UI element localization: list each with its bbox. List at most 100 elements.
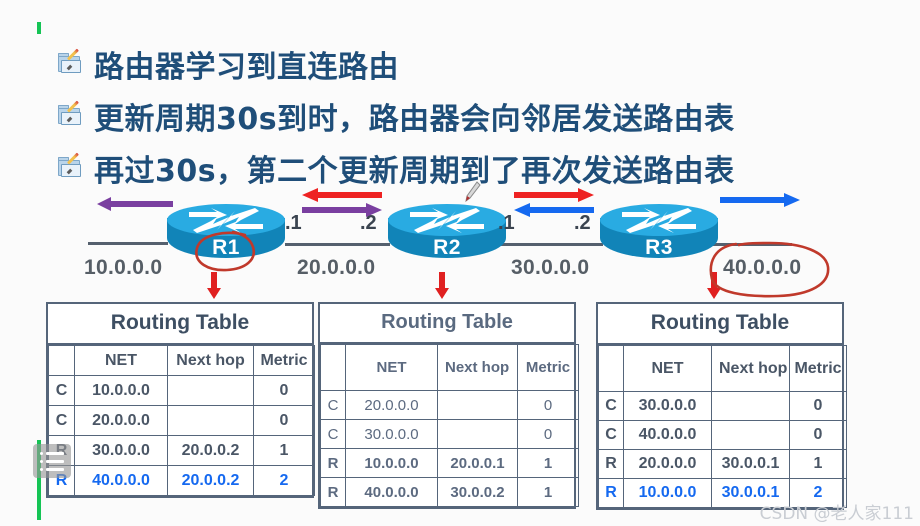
cell-net: 20.0.0.0 bbox=[623, 449, 712, 479]
col-header-net: NET bbox=[623, 345, 712, 392]
cell-net: 10.0.0.0 bbox=[623, 478, 712, 508]
list-menu-icon[interactable] bbox=[33, 444, 71, 478]
cell-metric: 0 bbox=[789, 420, 847, 450]
network-segment-20 bbox=[285, 243, 390, 246]
routing-table-title: Routing Table bbox=[598, 304, 842, 345]
router-r3: R3 bbox=[600, 202, 718, 264]
routing-table-grid: NET Next hop Metric C 20.0.0.0 0 C 30.0.… bbox=[320, 344, 579, 507]
folder-pencil-icon bbox=[58, 100, 84, 128]
cell-net: 10.0.0.0 bbox=[345, 448, 438, 478]
table-row: C 30.0.0.0 0 bbox=[320, 419, 579, 449]
table-header-row: NET Next hop Metric bbox=[48, 345, 315, 376]
cell-net: 10.0.0.0 bbox=[74, 375, 168, 406]
cell-flag: R bbox=[598, 449, 624, 479]
network-segment-30 bbox=[498, 243, 603, 246]
network-label-30: 30.0.0.0 bbox=[511, 256, 590, 279]
folder-pencil-icon bbox=[58, 152, 84, 180]
routing-table-r3: Routing Table NET Next hop Metric C 30.0… bbox=[596, 302, 847, 510]
routing-table-title: Routing Table bbox=[48, 304, 312, 345]
bullet-text-2: 更新周期30s到时，路由器会向邻居发送路由表 bbox=[94, 102, 735, 137]
cell-net: 40.0.0.0 bbox=[345, 477, 438, 507]
col-header-flag bbox=[48, 345, 75, 376]
bullet-line-3: 再过30s，第二个更新周期到了再次发送路由表 bbox=[58, 146, 735, 190]
col-header-metric: Metric bbox=[789, 345, 847, 392]
cell-net: 30.0.0.0 bbox=[345, 419, 438, 449]
network-label-20: 20.0.0.0 bbox=[297, 256, 376, 279]
red-down-arrow-icon bbox=[207, 272, 221, 299]
cell-nexthop bbox=[711, 391, 790, 421]
network-label-40: 40.0.0.0 bbox=[723, 256, 802, 279]
purple-right-arrow-icon bbox=[302, 203, 382, 217]
cell-metric: 1 bbox=[253, 435, 315, 466]
red-left-arrow-icon bbox=[302, 188, 382, 202]
cell-nexthop bbox=[711, 420, 790, 450]
router-label-r2: R2 bbox=[433, 236, 461, 259]
table-row: C 20.0.0.0 0 bbox=[320, 390, 579, 420]
folder-pencil-icon bbox=[58, 48, 84, 76]
cell-flag: R bbox=[320, 477, 346, 507]
cell-nexthop bbox=[437, 419, 518, 449]
red-down-arrow-icon bbox=[435, 272, 449, 299]
col-header-nexthop: Next hop bbox=[711, 345, 790, 392]
cell-net: 30.0.0.0 bbox=[623, 391, 712, 421]
red-down-arrow-icon bbox=[707, 272, 721, 299]
cell-flag: C bbox=[48, 405, 75, 436]
green-accent-top bbox=[37, 22, 41, 34]
router-arrows-icon bbox=[189, 208, 263, 233]
slide-canvas: 路由器学习到直连路由 更新周期30s到时，路由器会向邻居发送路由表 再过30s，… bbox=[0, 0, 920, 526]
cell-flag: C bbox=[598, 420, 624, 450]
routing-table-grid: NET Next hop Metric C 10.0.0.0 0 C 20.0.… bbox=[48, 345, 315, 496]
cell-nexthop bbox=[437, 390, 518, 420]
watermark: CSDN @老人家111 bbox=[759, 504, 914, 524]
cell-flag: C bbox=[48, 375, 75, 406]
cell-net: 20.0.0.0 bbox=[345, 390, 438, 420]
blue-right-arrow-icon bbox=[720, 193, 800, 207]
col-header-nexthop: Next hop bbox=[437, 344, 518, 391]
bullet-line-2: 更新周期30s到时，路由器会向邻居发送路由表 bbox=[58, 94, 735, 138]
bullet-text-1: 路由器学习到直连路由 bbox=[94, 50, 399, 85]
network-segment-10 bbox=[88, 242, 168, 245]
table-row: C 20.0.0.0 0 bbox=[48, 405, 315, 436]
cell-metric: 0 bbox=[253, 375, 315, 406]
cell-metric: 1 bbox=[517, 448, 579, 478]
bullet-text-3: 再过30s，第二个更新周期到了再次发送路由表 bbox=[94, 154, 735, 189]
table-row-highlighted: R 40.0.0.0 20.0.0.2 2 bbox=[48, 465, 315, 496]
router-arrows-icon bbox=[410, 208, 484, 233]
cell-flag: C bbox=[320, 390, 346, 420]
col-header-metric: Metric bbox=[253, 345, 315, 376]
cell-nexthop bbox=[167, 375, 254, 406]
routing-table-r1: Routing Table NET Next hop Metric C 10.0… bbox=[46, 302, 315, 498]
routing-table-title: Routing Table bbox=[320, 304, 574, 344]
cell-metric: 2 bbox=[253, 465, 315, 496]
col-header-metric: Metric bbox=[517, 344, 579, 391]
col-header-flag bbox=[320, 344, 346, 391]
cell-metric: 0 bbox=[517, 419, 579, 449]
red-right-arrow-icon bbox=[514, 188, 594, 202]
cell-nexthop bbox=[167, 405, 254, 436]
table-header-row: NET Next hop Metric bbox=[320, 344, 579, 391]
cell-metric: 0 bbox=[253, 405, 315, 436]
router-r1: R1 bbox=[167, 202, 285, 264]
cell-nexthop: 30.0.0.2 bbox=[437, 477, 518, 507]
network-segment-40 bbox=[712, 243, 792, 246]
table-row: R 10.0.0.0 20.0.0.1 1 bbox=[320, 448, 579, 478]
router-r2: R2 bbox=[388, 202, 506, 264]
routing-table-grid: NET Next hop Metric C 30.0.0.0 0 C 40.0.… bbox=[598, 345, 847, 508]
blue-left-arrow-icon bbox=[514, 203, 594, 217]
network-label-10: 10.0.0.0 bbox=[84, 256, 163, 279]
table-row: C 40.0.0.0 0 bbox=[598, 420, 847, 450]
router-label-r1: R1 bbox=[212, 236, 240, 259]
cell-nexthop: 20.0.0.2 bbox=[167, 465, 254, 496]
table-row: R 30.0.0.0 20.0.0.2 1 bbox=[48, 435, 315, 466]
table-row: R 20.0.0.0 30.0.0.1 1 bbox=[598, 449, 847, 479]
pencil-cursor-icon bbox=[465, 181, 481, 203]
cell-metric: 1 bbox=[517, 477, 579, 507]
table-row: C 10.0.0.0 0 bbox=[48, 375, 315, 406]
cell-flag: R bbox=[320, 448, 346, 478]
cell-metric: 1 bbox=[789, 449, 847, 479]
cell-metric: 0 bbox=[789, 391, 847, 421]
table-row: C 30.0.0.0 0 bbox=[598, 391, 847, 421]
cell-nexthop: 30.0.0.1 bbox=[711, 449, 790, 479]
cell-metric: 0 bbox=[517, 390, 579, 420]
router-arrows-icon bbox=[622, 208, 696, 233]
